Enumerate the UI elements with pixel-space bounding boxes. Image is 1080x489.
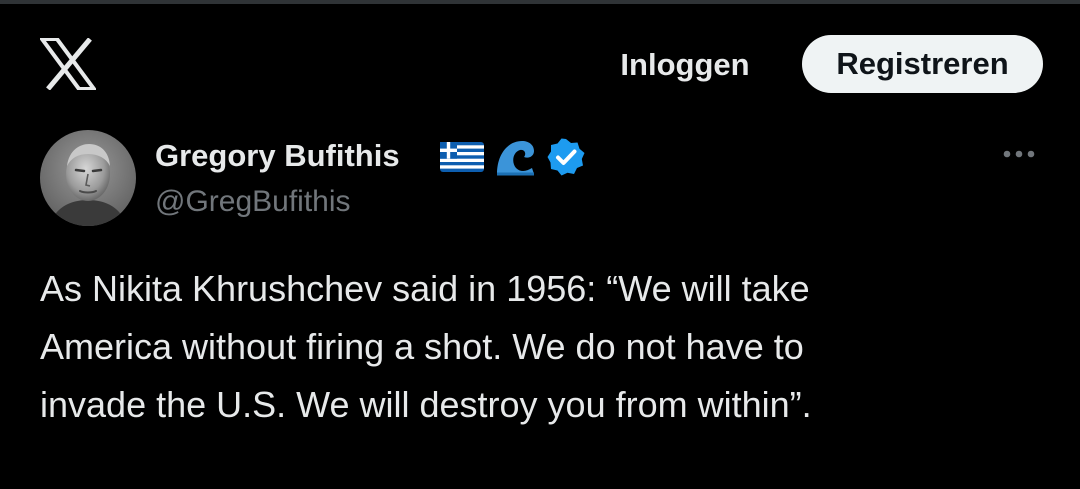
top-header: Inloggen Registreren (0, 4, 1080, 116)
tweet-text-line: invade the U.S. We will destroy you from… (40, 384, 812, 425)
login-link[interactable]: Inloggen (600, 42, 770, 88)
more-options-ellipsis-icon[interactable] (996, 136, 1042, 172)
register-button[interactable]: Registreren (802, 35, 1043, 93)
author-handle[interactable]: @GregBufithis (155, 181, 351, 223)
verified-badge-icon (546, 137, 586, 177)
author-name[interactable]: Gregory Bufithis (155, 135, 400, 177)
tweet-text: As Nikita Khrushchev said in 1956: “We w… (40, 260, 1040, 434)
tweet-text-line: America without firing a shot. We do not… (40, 326, 804, 367)
tweet-text-line: As Nikita Khrushchev said in 1956: “We w… (40, 268, 810, 309)
water-wave-icon (494, 138, 536, 176)
x-logo-icon[interactable] (40, 38, 96, 90)
greek-flag-icon (440, 142, 484, 172)
author-avatar[interactable] (40, 130, 136, 226)
